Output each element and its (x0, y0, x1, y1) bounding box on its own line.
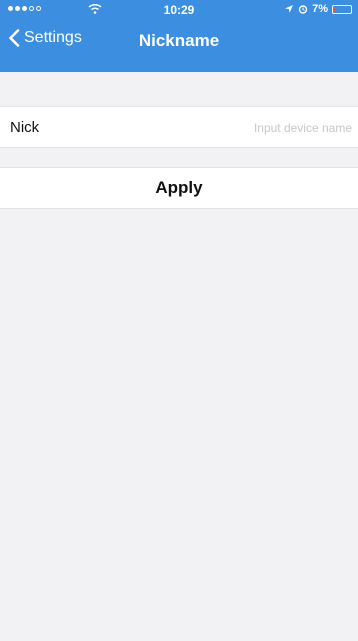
navigation-bar: Settings Nickname (0, 20, 358, 72)
battery-icon (332, 4, 352, 14)
nickname-input[interactable] (150, 116, 354, 140)
status-right: 7% (284, 3, 352, 15)
status-bar: 10:29 7% (0, 0, 358, 20)
battery-level (334, 6, 335, 12)
alarm-icon (298, 5, 308, 14)
page-title: Nickname (138, 31, 220, 50)
apply-label: Apply (155, 178, 203, 197)
battery-percent: 7% (312, 3, 328, 15)
top-bar: 10:29 7% Settings Nickname (0, 0, 358, 72)
nickname-label: Nick (10, 119, 40, 136)
apply-button[interactable]: Apply (0, 167, 358, 209)
location-arrow-icon (285, 5, 294, 13)
nickname-row: Nick (0, 106, 358, 148)
nickname-screen: 10:29 7% Settings Nickname Nick Input de… (0, 0, 358, 641)
